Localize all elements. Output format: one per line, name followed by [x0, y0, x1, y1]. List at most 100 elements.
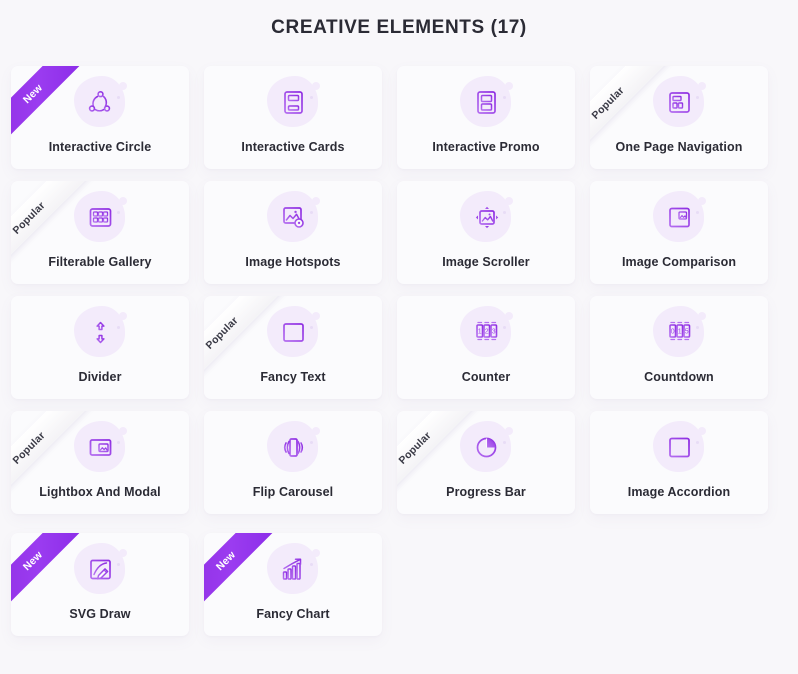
new-badge-label: New [20, 548, 46, 574]
icon-blob-speck [117, 96, 120, 99]
card-label: Image Hotspots [245, 255, 341, 269]
card-icon-wrap [71, 303, 129, 361]
interactive-circle-icon [88, 90, 110, 112]
element-card[interactable]: Image Hotspots [204, 181, 382, 284]
icon-blob-speck [117, 563, 120, 566]
card-icon-wrap [457, 188, 515, 246]
icon-blob-accent [505, 312, 513, 320]
icon-blob-accent [312, 197, 320, 205]
icon-blob-speck [503, 211, 506, 214]
element-card[interactable]: 0 1 5 Countdown [590, 296, 768, 399]
one-page-navigation-icon [668, 91, 690, 113]
element-card[interactable]: Interactive Promo [397, 66, 575, 169]
card-label: Lightbox And Modal [39, 485, 161, 499]
icon-blob-accent [312, 82, 320, 90]
icon-blob-speck [503, 441, 506, 444]
divider-icon [89, 321, 110, 343]
element-card[interactable]: 1 2 3 Counter [397, 296, 575, 399]
interactive-cards-icon [283, 90, 303, 114]
card-icon-wrap: 015 [650, 303, 708, 361]
flip-carousel-icon [283, 437, 303, 457]
element-card[interactable]: Interactive Cards [204, 66, 382, 169]
element-card[interactable]: Image Accordion [590, 411, 768, 514]
element-card[interactable]: New Fancy Chart [204, 533, 382, 636]
icon-blob-accent [312, 427, 320, 435]
card-icon-wrap [650, 188, 708, 246]
card-label: Countdown [644, 370, 714, 384]
card-label: SVG Draw [69, 607, 131, 621]
element-card[interactable]: Popular Progress Bar [397, 411, 575, 514]
icon-blob-accent [505, 197, 513, 205]
card-label: Counter [461, 370, 511, 384]
countdown-icon: 015 [668, 321, 690, 340]
card-icon-wrap [71, 418, 129, 476]
page-title: CREATIVE ELEMENTS (17) [271, 17, 527, 38]
element-card[interactable]: New Interactive Circle [11, 66, 189, 169]
card-icon-wrap [264, 540, 322, 598]
icon-blob-accent [505, 427, 513, 435]
card-label: Interactive Circle [48, 140, 152, 154]
icon-blob-speck [696, 441, 699, 444]
element-card[interactable]: Popular Fancy Text [204, 296, 382, 399]
card-icon-wrap [650, 73, 708, 131]
svg-text:3: 3 [491, 328, 495, 335]
image-scroller-icon [475, 206, 498, 228]
element-card[interactable]: Flip Carousel [204, 411, 382, 514]
counter-icon: 123 [475, 321, 497, 340]
svg-draw-icon [89, 559, 111, 580]
new-badge-label: New [20, 81, 46, 107]
element-card[interactable]: Popular One Page Navigation [590, 66, 768, 169]
element-card[interactable]: Image Scroller [397, 181, 575, 284]
card-label: Filterable Gallery [48, 255, 152, 269]
icon-blob-accent [698, 197, 706, 205]
icon-blob-speck [696, 326, 699, 329]
element-card[interactable]: Image Comparison [590, 181, 768, 284]
icon-blob-speck [696, 211, 699, 214]
icon-blob-speck [117, 441, 120, 444]
popular-badge-label: Popular [11, 199, 48, 237]
icon-blob-speck [310, 96, 313, 99]
icon-blob-accent [312, 312, 320, 320]
icon-blob-speck [117, 211, 120, 214]
card-label: Image Scroller [442, 255, 530, 269]
svg-text:2: 2 [484, 328, 488, 335]
icon-blob-accent [119, 82, 127, 90]
icon-blob-accent [119, 197, 127, 205]
element-card[interactable]: Popular Lightbox And Modal [11, 411, 189, 514]
icon-blob-accent [698, 82, 706, 90]
card-icon-wrap [71, 188, 129, 246]
interactive-promo-icon [476, 90, 496, 114]
icon-blob-accent [505, 82, 513, 90]
icon-blob-accent [119, 312, 127, 320]
element-card[interactable]: New SVG Draw [11, 533, 189, 636]
icon-blob-accent [698, 427, 706, 435]
popular-badge-label: Popular [590, 84, 627, 122]
card-icon-wrap [264, 418, 322, 476]
card-icon-wrap [650, 418, 708, 476]
popular-badge-label: Popular [397, 429, 434, 467]
fancy-chart-icon [282, 557, 301, 580]
icon-blob-speck [117, 326, 120, 329]
icon-blob-accent [312, 549, 320, 557]
card-label: Flip Carousel [252, 485, 334, 499]
card-label: Fancy Chart [256, 607, 330, 621]
fancy-text-icon [282, 322, 304, 342]
icon-blob-speck [310, 563, 313, 566]
creative-elements-page: CREATIVE ELEMENTS (17) New Interactive Ci… [0, 0, 798, 674]
element-card[interactable]: Divider [11, 296, 189, 399]
icon-blob-speck [696, 96, 699, 99]
icon-blob-speck [503, 96, 506, 99]
lightbox-and-modal-icon [89, 438, 111, 456]
icon-blob-accent [698, 312, 706, 320]
card-icon-wrap [264, 73, 322, 131]
card-label: Interactive Promo [432, 140, 540, 154]
card-label: One Page Navigation [615, 140, 743, 154]
icon-blob-accent [119, 549, 127, 557]
element-card[interactable]: Popular Filterable Gallery [11, 181, 189, 284]
filterable-gallery-icon [89, 207, 111, 227]
icon-blob-accent [119, 427, 127, 435]
card-label: Progress Bar [446, 485, 526, 499]
icon-blob-speck [503, 326, 506, 329]
card-icon-wrap [71, 540, 129, 598]
elements-grid: New Interactive Circle Interactive Cards In… [0, 39, 798, 636]
